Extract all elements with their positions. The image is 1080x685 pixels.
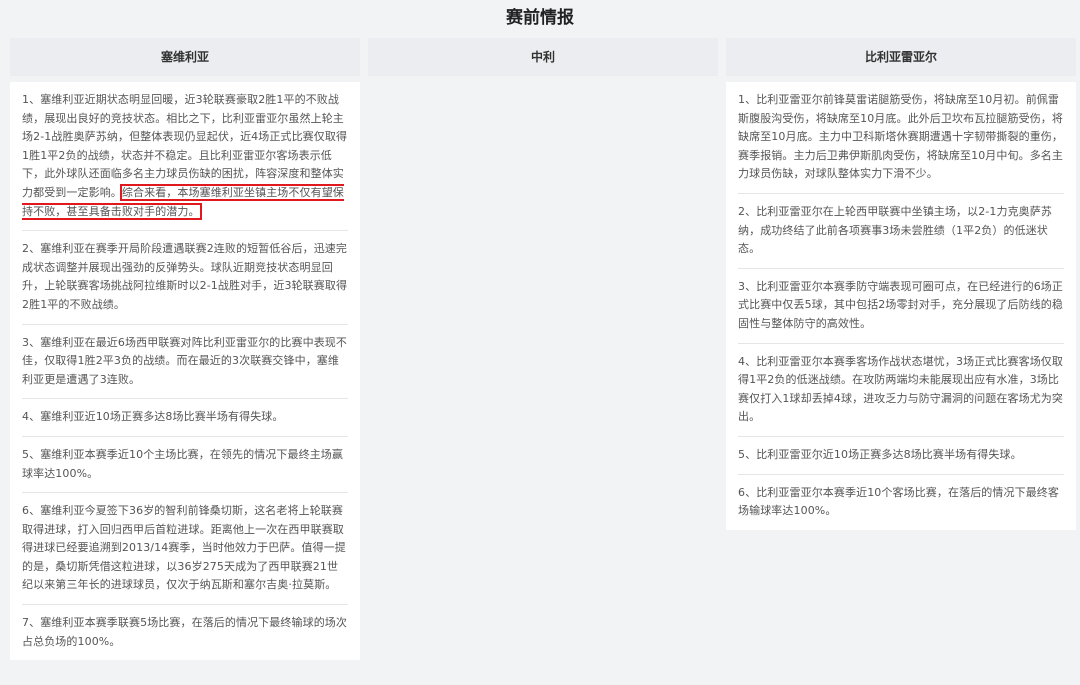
list-item: 5、塞维利亚本赛季近10个主场比赛，在领先的情况下最终主场赢球率达100%。 <box>22 437 348 494</box>
list-item: 5、比利亚雷亚尔近10场正赛多达8场比赛半场有得失球。 <box>738 437 1064 475</box>
item-text: 1、塞维利亚近期状态明显回暖，近3轮联赛豪取2胜1平的不败战绩，展现出良好的竞技… <box>22 93 348 199</box>
list-item: 2、比利亚雷亚尔在上轮西甲联赛中坐镇主场，以2-1力克奥萨苏纳，成功终结了此前各… <box>738 194 1064 269</box>
page-title: 赛前情报 <box>506 8 574 28</box>
list-item: 3、比利亚雷亚尔本赛季防守端表现可圈可点，在已经进行的6场正式比赛中仅丢5球，其… <box>738 269 1064 344</box>
list-item: 3、塞维利亚在最近6场西甲联赛对阵比利亚雷亚尔的比赛中表现不佳，仅取得1胜2平3… <box>22 325 348 400</box>
list-item: 2、塞维利亚在赛季开局阶段遭遇联赛2连败的短暂低谷后，迅速完成状态调整并展现出强… <box>22 231 348 325</box>
list-item: 6、比利亚雷亚尔本赛季近10个客场比赛，在落后的情况下最终客场输球率达100%。 <box>738 485 1059 518</box>
intel-columns: 塞维利亚 1、塞维利亚近期状态明显回暖，近3轮联赛豪取2胜1平的不败战绩，展现出… <box>10 38 1080 661</box>
home-intel-list: 1、塞维利亚近期状态明显回暖，近3轮联赛豪取2胜1平的不败战绩，展现出良好的竞技… <box>10 82 360 661</box>
list-item: 1、比利亚雷亚尔前锋莫雷诺腿筋受伤，将缺席至10月初。前佩雷斯腹股沟受伤，将缺席… <box>738 82 1064 194</box>
list-item: 1、塞维利亚近期状态明显回暖，近3轮联赛豪取2胜1平的不败战绩，展现出良好的竞技… <box>22 82 348 232</box>
column-away-team: 比利亚雷亚尔 1、比利亚雷亚尔前锋莫雷诺腿筋受伤，将缺席至10月初。前佩雷斯腹股… <box>726 38 1076 660</box>
column-home-team: 塞维利亚 1、塞维利亚近期状态明显回暖，近3轮联赛豪取2胜1平的不败战绩，展现出… <box>10 38 360 661</box>
column-header-away: 比利亚雷亚尔 <box>726 38 1076 76</box>
list-item: 4、塞维利亚近10场正赛多达8场比赛半场有得失球。 <box>22 399 348 437</box>
column-header-home: 塞维利亚 <box>10 38 360 76</box>
list-item: 4、比利亚雷亚尔本赛季客场作战状态堪忧，3场正式比赛客场仅取得1平2负的低迷战绩… <box>738 344 1064 437</box>
away-intel-list: 1、比利亚雷亚尔前锋莫雷诺腿筋受伤，将缺席至10月初。前佩雷斯腹股沟受伤，将缺席… <box>726 82 1076 530</box>
list-item: 6、塞维利亚今夏签下36岁的智利前锋桑切斯，这名老将上轮联赛取得进球，打入回归西… <box>22 493 348 606</box>
column-header-neutral: 中利 <box>368 38 718 76</box>
column-neutral: 中利 <box>368 38 718 660</box>
list-item: 7、塞维利亚本赛季联赛5场比赛，在落后的情况下最终输球的场次占总负场的100%。 <box>22 616 347 648</box>
